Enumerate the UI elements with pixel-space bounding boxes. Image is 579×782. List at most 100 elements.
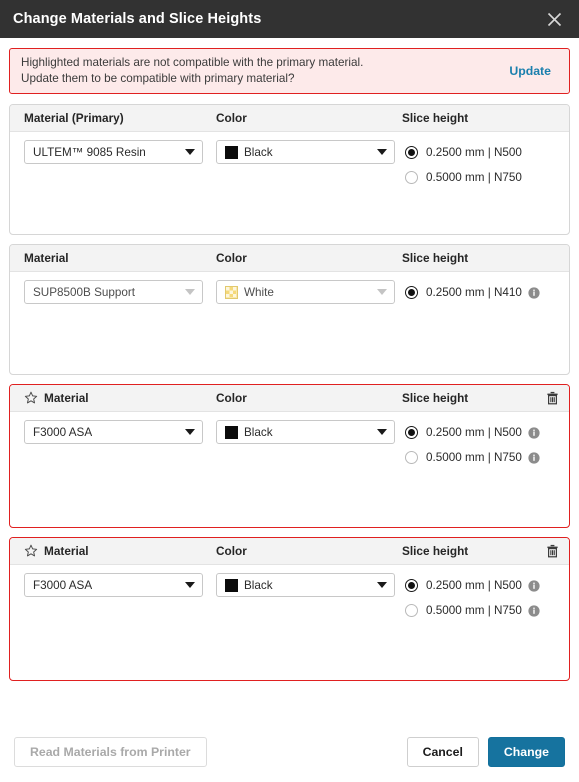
- column-header-color: Color: [216, 111, 247, 125]
- update-link[interactable]: Update: [509, 64, 558, 78]
- slice-height-option[interactable]: 0.5000 mm | N750: [405, 165, 569, 190]
- dialog-titlebar: Change Materials and Slice Heights: [0, 0, 579, 38]
- column-header-slice-height-label: Slice height: [402, 391, 469, 405]
- chevron-down-icon: [377, 149, 387, 155]
- banner-message-line2: Update them to be compatible with primar…: [21, 71, 295, 85]
- column-header-slice-height-label: Slice height: [402, 251, 469, 265]
- column-header-slice-height-label: Slice height: [402, 111, 469, 125]
- material-card-body: F3000 ASA Black 0.2500 mm | N500 0.5000 mm …: [10, 412, 569, 527]
- material-select[interactable]: ULTEM™ 9085 Resin: [24, 140, 203, 164]
- slice-height-option-label: 0.5000 mm | N750: [426, 604, 522, 617]
- color-select-value: Black: [244, 145, 273, 159]
- chevron-down-icon: [377, 429, 387, 435]
- cancel-button[interactable]: Cancel: [406, 736, 479, 767]
- material-select-value: F3000 ASA: [33, 578, 93, 592]
- material-cell: F3000 ASA: [10, 573, 216, 680]
- material-select[interactable]: F3000 ASA: [24, 420, 203, 444]
- banner-message: Highlighted materials are not compatible…: [21, 55, 509, 86]
- material-card: Material (Primary) Color Slice height ULTEM…: [9, 104, 570, 235]
- radio-button-icon[interactable]: [405, 451, 418, 464]
- slice-height-cell: 0.2500 mm | N500 0.5000 mm | N750: [402, 420, 569, 527]
- slice-height-option[interactable]: 0.2500 mm | N500: [405, 573, 569, 598]
- material-card-body: SUP8500B Support White 0.2500 mm | N410: [10, 272, 569, 374]
- material-card-header: Material Color Slice height: [10, 385, 569, 412]
- radio-button-icon[interactable]: [405, 604, 418, 617]
- info-icon[interactable]: [528, 426, 540, 439]
- slice-height-option[interactable]: 0.2500 mm | N500: [405, 140, 569, 165]
- info-icon[interactable]: [528, 286, 540, 299]
- color-cell: Black: [216, 140, 402, 234]
- material-cards-list: Material (Primary) Color Slice height ULTEM…: [9, 104, 570, 681]
- column-header-material-label: Material: [24, 251, 69, 265]
- column-header-material: Material: [10, 251, 216, 265]
- column-header-color: Color: [216, 391, 247, 405]
- info-icon[interactable]: [528, 579, 540, 592]
- slice-height-option[interactable]: 0.2500 mm | N500: [405, 420, 569, 445]
- info-icon[interactable]: [528, 604, 540, 617]
- material-card-body: F3000 ASA Black 0.2500 mm | N500 0.5000 mm …: [10, 565, 569, 680]
- change-materials-dialog: Change Materials and Slice Heights Highl…: [0, 0, 579, 782]
- radio-button-icon[interactable]: [405, 426, 418, 439]
- dialog-footer: Read Materials from Printer Cancel Chang…: [0, 730, 579, 782]
- material-card-header: Material Color Slice height: [10, 245, 569, 272]
- slice-height-option-label: 0.2500 mm | N500: [426, 579, 522, 592]
- material-select-value: SUP8500B Support: [33, 285, 136, 299]
- read-materials-from-printer-button[interactable]: Read Materials from Printer: [14, 736, 207, 767]
- slice-height-option-label: 0.5000 mm | N750: [426, 451, 522, 464]
- radio-button-icon[interactable]: [405, 146, 418, 159]
- color-swatch-icon: [225, 578, 238, 592]
- radio-button-icon[interactable]: [405, 579, 418, 592]
- info-icon[interactable]: [528, 451, 540, 464]
- dialog-body: Highlighted materials are not compatible…: [0, 38, 579, 730]
- slice-height-option-label: 0.5000 mm | N750: [426, 171, 522, 184]
- color-cell: Black: [216, 420, 402, 527]
- trash-icon[interactable]: [546, 544, 559, 558]
- chevron-down-icon: [185, 582, 195, 588]
- slice-height-cell: 0.2500 mm | N500 0.5000 mm | N750: [402, 140, 569, 234]
- material-select[interactable]: F3000 ASA: [24, 573, 203, 597]
- color-cell: White: [216, 280, 402, 374]
- slice-height-option[interactable]: 0.5000 mm | N750: [405, 445, 569, 470]
- star-icon[interactable]: [24, 391, 38, 405]
- color-select[interactable]: Black: [216, 573, 395, 597]
- slice-height-option[interactable]: 0.5000 mm | N750: [405, 598, 569, 623]
- column-header-material-label: Material: [44, 391, 89, 405]
- banner-message-line1: Highlighted materials are not compatible…: [21, 56, 364, 69]
- color-select-value: Black: [244, 578, 273, 592]
- radio-button-icon[interactable]: [405, 171, 418, 184]
- change-button[interactable]: Change: [487, 736, 565, 767]
- column-header-slice-height: Slice height: [402, 111, 569, 125]
- material-select-value: F3000 ASA: [33, 425, 93, 439]
- column-header-material: Material: [10, 544, 216, 558]
- chevron-down-icon: [377, 289, 387, 295]
- close-icon[interactable]: [539, 4, 569, 34]
- column-header-color: Color: [216, 251, 247, 265]
- column-header-material: Material (Primary): [10, 111, 216, 125]
- chevron-down-icon: [185, 149, 195, 155]
- star-icon[interactable]: [24, 544, 38, 558]
- color-select-value: White: [244, 285, 274, 299]
- material-select: SUP8500B Support: [24, 280, 203, 304]
- slice-height-cell: 0.2500 mm | N410: [402, 280, 569, 374]
- column-header-material-label: Material: [44, 544, 89, 558]
- material-card-header: Material Color Slice height: [10, 538, 569, 565]
- color-select[interactable]: Black: [216, 140, 395, 164]
- slice-height-option-label: 0.2500 mm | N500: [426, 146, 522, 159]
- material-select-value: ULTEM™ 9085 Resin: [33, 145, 146, 159]
- color-select-value: Black: [244, 425, 273, 439]
- column-header-color: Color: [216, 544, 247, 558]
- column-header-slice-height: Slice height: [402, 544, 569, 558]
- material-card: Material Color Slice height SUP8500B Suppor…: [9, 244, 570, 375]
- color-swatch-icon: [225, 145, 238, 159]
- slice-height-option-label: 0.2500 mm | N500: [426, 426, 522, 439]
- material-card: Material Color Slice height F3000 ASA Black 0…: [9, 537, 570, 681]
- column-header-slice-height-label: Slice height: [402, 544, 469, 558]
- slice-height-option[interactable]: 0.2500 mm | N410: [405, 280, 569, 305]
- compatibility-warning-banner: Highlighted materials are not compatible…: [9, 48, 570, 94]
- material-cell: F3000 ASA: [10, 420, 216, 527]
- chevron-down-icon: [185, 289, 195, 295]
- radio-button-icon[interactable]: [405, 286, 418, 299]
- color-select[interactable]: Black: [216, 420, 395, 444]
- column-header-material: Material: [10, 391, 216, 405]
- trash-icon[interactable]: [546, 391, 559, 405]
